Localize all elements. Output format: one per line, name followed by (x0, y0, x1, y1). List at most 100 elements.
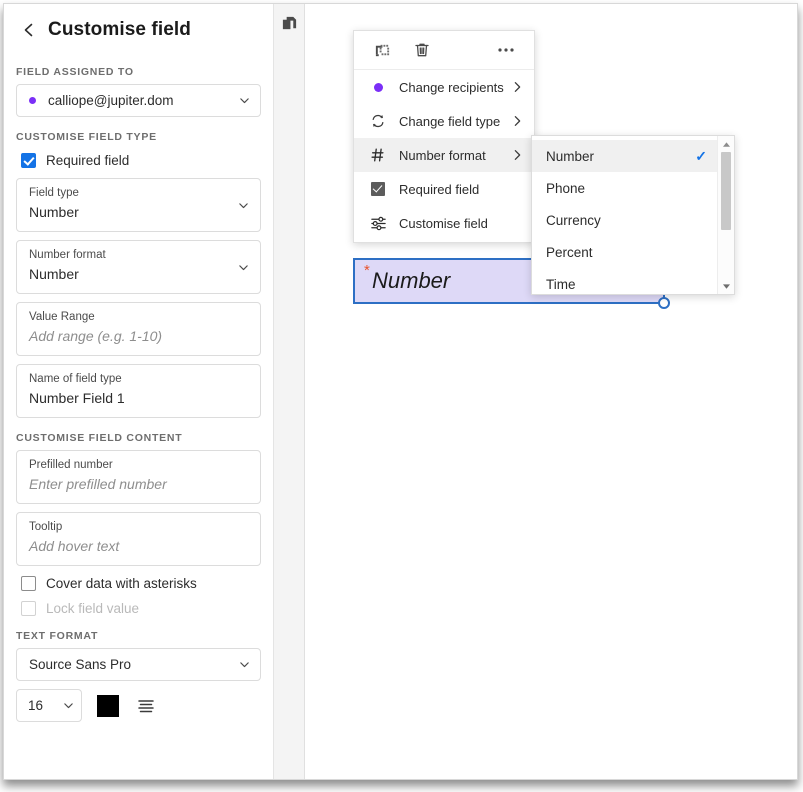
required-field-checkbox-row[interactable]: Required field (21, 153, 261, 168)
scroll-up-arrow-icon (722, 141, 731, 148)
value-range-input[interactable]: Add range (e.g. 1-10) (29, 326, 248, 347)
field-assigned-to-value: calliope@jupiter.dom (48, 93, 236, 108)
customise-field-sidebar: Customise field FIELD ASSIGNED TO callio… (4, 4, 274, 779)
menu-item-change-recipients[interactable]: Change recipients (354, 70, 534, 104)
font-family-value: Source Sans Pro (29, 657, 236, 672)
prefilled-number-input[interactable]: Enter prefilled number (29, 474, 248, 495)
chevron-right-icon (510, 81, 524, 93)
more-options-button[interactable] (492, 36, 520, 64)
field-type-select[interactable]: Field type Number (16, 178, 261, 232)
required-field-label: Required field (46, 153, 129, 168)
scroll-down-button[interactable] (718, 279, 734, 293)
number-format-options-list: Number ✓ Phone Currency Percent Time (532, 136, 717, 294)
duplicate-field-button[interactable] (368, 36, 396, 64)
sidebar-header: Customise field (4, 4, 273, 56)
chevron-down-icon (236, 657, 252, 673)
required-field-checkbox[interactable] (21, 153, 36, 168)
submenu-option-time[interactable]: Time (532, 268, 717, 294)
checkbox-checked-icon (368, 182, 388, 196)
scroll-up-button[interactable] (718, 137, 734, 151)
menu-item-change-field-type[interactable]: Change field type (354, 104, 534, 138)
cover-data-with-asterisks-checkbox[interactable] (21, 576, 36, 591)
chevron-right-icon (510, 115, 524, 127)
value-range-field[interactable]: Value Range Add range (e.g. 1-10) (16, 302, 261, 356)
section-label-text-format: TEXT FORMAT (16, 630, 261, 642)
font-size-value: 16 (28, 698, 60, 713)
submenu-option-percent[interactable]: Percent (532, 236, 717, 268)
duplicate-field-icon (374, 42, 391, 59)
submenu-option-label: Percent (546, 245, 707, 260)
page-title: Customise field (48, 19, 191, 41)
submenu-scrollbar[interactable] (717, 136, 734, 294)
submenu-option-number[interactable]: Number ✓ (532, 140, 717, 172)
number-format-label: Number format (29, 248, 230, 263)
back-chevron-icon (21, 22, 37, 38)
document-canvas[interactable]: * Number (305, 4, 797, 779)
menu-item-label: Customise field (399, 216, 524, 231)
name-of-field-type-input[interactable]: Number Field 1 (29, 388, 248, 409)
application-window: Customise field FIELD ASSIGNED TO callio… (3, 3, 798, 780)
menu-item-label: Change recipients (399, 80, 510, 95)
lock-field-value-row: Lock field value (21, 601, 261, 616)
chevron-right-icon (510, 149, 524, 161)
submenu-option-label: Number (546, 149, 695, 164)
chevron-down-icon (235, 197, 251, 213)
cover-data-with-asterisks-row[interactable]: Cover data with asterisks (21, 576, 261, 591)
hash-icon (368, 147, 388, 163)
sliders-icon (368, 215, 388, 232)
tooltip-label: Tooltip (29, 520, 248, 535)
name-of-field-type-field[interactable]: Name of field type Number Field 1 (16, 364, 261, 418)
font-color-swatch[interactable] (97, 695, 119, 717)
delete-field-icon (413, 41, 431, 59)
delete-field-button[interactable] (408, 36, 436, 64)
left-tool-strip (274, 4, 305, 779)
cover-data-with-asterisks-label: Cover data with asterisks (46, 576, 197, 591)
duplicate-pages-icon (281, 15, 298, 32)
section-label-customise-field-content: CUSTOMISE FIELD CONTENT (16, 432, 261, 444)
number-format-submenu: Number ✓ Phone Currency Percent Time (531, 135, 735, 295)
lock-field-value-checkbox (21, 601, 36, 616)
field-context-menu: Change recipients C (353, 30, 535, 243)
chevron-down-icon (235, 259, 251, 275)
required-asterisk-icon: * (364, 263, 370, 278)
text-align-button[interactable] (133, 693, 159, 719)
font-size-select[interactable]: 16 (16, 689, 82, 722)
tooltip-field[interactable]: Tooltip Add hover text (16, 512, 261, 566)
text-format-controls: 16 (16, 689, 261, 722)
context-menu-toolbar (354, 31, 534, 70)
number-format-select[interactable]: Number format Number (16, 240, 261, 294)
text-align-icon (136, 698, 156, 714)
menu-item-number-format[interactable]: Number format (354, 138, 534, 172)
field-type-value: Number (29, 202, 230, 223)
submenu-option-phone[interactable]: Phone (532, 172, 717, 204)
resize-handle[interactable] (658, 297, 670, 309)
menu-item-required-field[interactable]: Required field (354, 172, 534, 206)
font-family-select[interactable]: Source Sans Pro (16, 648, 261, 681)
section-label-field-assigned-to: FIELD ASSIGNED TO (16, 66, 261, 78)
section-label-customise-field-type: CUSTOMISE FIELD TYPE (16, 131, 261, 143)
sidebar-body: FIELD ASSIGNED TO calliope@jupiter.dom C… (4, 66, 273, 722)
recipient-color-dot-icon (29, 97, 36, 104)
submenu-option-label: Currency (546, 213, 707, 228)
submenu-option-label: Time (546, 277, 707, 292)
submenu-option-currency[interactable]: Currency (532, 204, 717, 236)
prefilled-number-field[interactable]: Prefilled number Enter prefilled number (16, 450, 261, 504)
menu-item-label: Change field type (399, 114, 510, 129)
menu-item-customise-field[interactable]: Customise field (354, 206, 534, 240)
scrollbar-thumb[interactable] (721, 152, 731, 230)
scroll-down-arrow-icon (722, 283, 731, 290)
prefilled-number-label: Prefilled number (29, 458, 248, 473)
number-format-value: Number (29, 264, 230, 285)
field-assigned-to-select[interactable]: calliope@jupiter.dom (16, 84, 261, 117)
tooltip-input[interactable]: Add hover text (29, 536, 248, 557)
menu-item-label: Required field (399, 182, 524, 197)
back-button[interactable] (14, 15, 44, 45)
duplicate-pages-button[interactable] (274, 4, 305, 42)
value-range-label: Value Range (29, 310, 248, 325)
form-field-placeholder-text: Number (372, 268, 450, 294)
menu-item-label: Number format (399, 148, 510, 163)
swap-arrows-icon (368, 113, 388, 129)
submenu-option-label: Phone (546, 181, 707, 196)
app-window: Customise field FIELD ASSIGNED TO callio… (0, 0, 803, 792)
name-of-field-type-label: Name of field type (29, 372, 248, 387)
